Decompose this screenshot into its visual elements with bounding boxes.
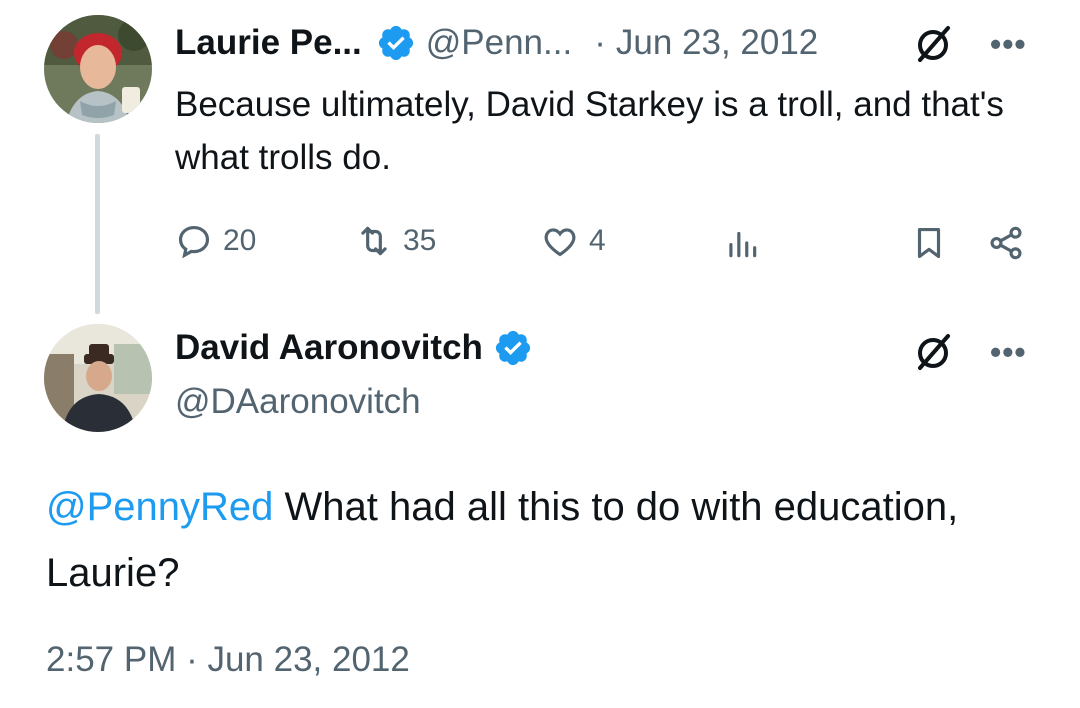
thread-line xyxy=(95,134,100,314)
repost-button[interactable]: 35 xyxy=(355,222,436,260)
repost-count: 35 xyxy=(403,224,437,257)
share-button[interactable] xyxy=(987,224,1025,262)
parent-header: Laurie Pe... @Penn... · Jun 23, 2012 xyxy=(175,20,818,66)
like-count: 4 xyxy=(589,224,606,257)
grok-icon[interactable] xyxy=(912,330,956,374)
reply-more-icon[interactable]: ••• xyxy=(990,334,1027,371)
repost-icon xyxy=(361,226,387,256)
reply-header: David Aaronovitch xyxy=(175,328,543,368)
reply-author-name[interactable]: David Aaronovitch xyxy=(175,328,483,368)
parent-author-handle[interactable]: @Penn... xyxy=(426,23,572,63)
reply-timestamp[interactable]: 2:57 PM · Jun 23, 2012 xyxy=(46,640,410,680)
reply-count: 20 xyxy=(223,224,257,257)
reply-author-handle[interactable]: @DAaronovitch xyxy=(175,382,421,422)
like-button[interactable]: 4 xyxy=(541,222,606,260)
share-icon xyxy=(990,226,1022,260)
mention-link[interactable]: @PennyRed xyxy=(46,485,273,529)
views-button[interactable] xyxy=(723,224,761,262)
parent-tweet-text: Because ultimately, David Starkey is a t… xyxy=(175,85,1004,177)
separator-dot: · xyxy=(594,23,606,62)
david-avatar[interactable] xyxy=(44,324,152,432)
reply-icon xyxy=(178,225,210,259)
like-icon xyxy=(544,228,576,257)
views-icon xyxy=(729,231,757,258)
reply-tweet-text: @PennyRed What had all this to do with e… xyxy=(46,474,1036,606)
laurie-avatar[interactable] xyxy=(44,15,152,123)
verified-badge-icon xyxy=(378,25,413,61)
grok-icon[interactable] xyxy=(912,22,956,66)
bookmark-button[interactable] xyxy=(910,224,948,262)
parent-author-name[interactable]: Laurie Pe... xyxy=(175,23,362,63)
parent-more-icon[interactable]: ••• xyxy=(990,26,1027,63)
verified-badge-icon xyxy=(495,330,531,366)
reply-button[interactable]: 20 xyxy=(175,222,256,260)
parent-date[interactable]: Jun 23, 2012 xyxy=(616,23,818,63)
bookmark-icon xyxy=(917,227,941,259)
